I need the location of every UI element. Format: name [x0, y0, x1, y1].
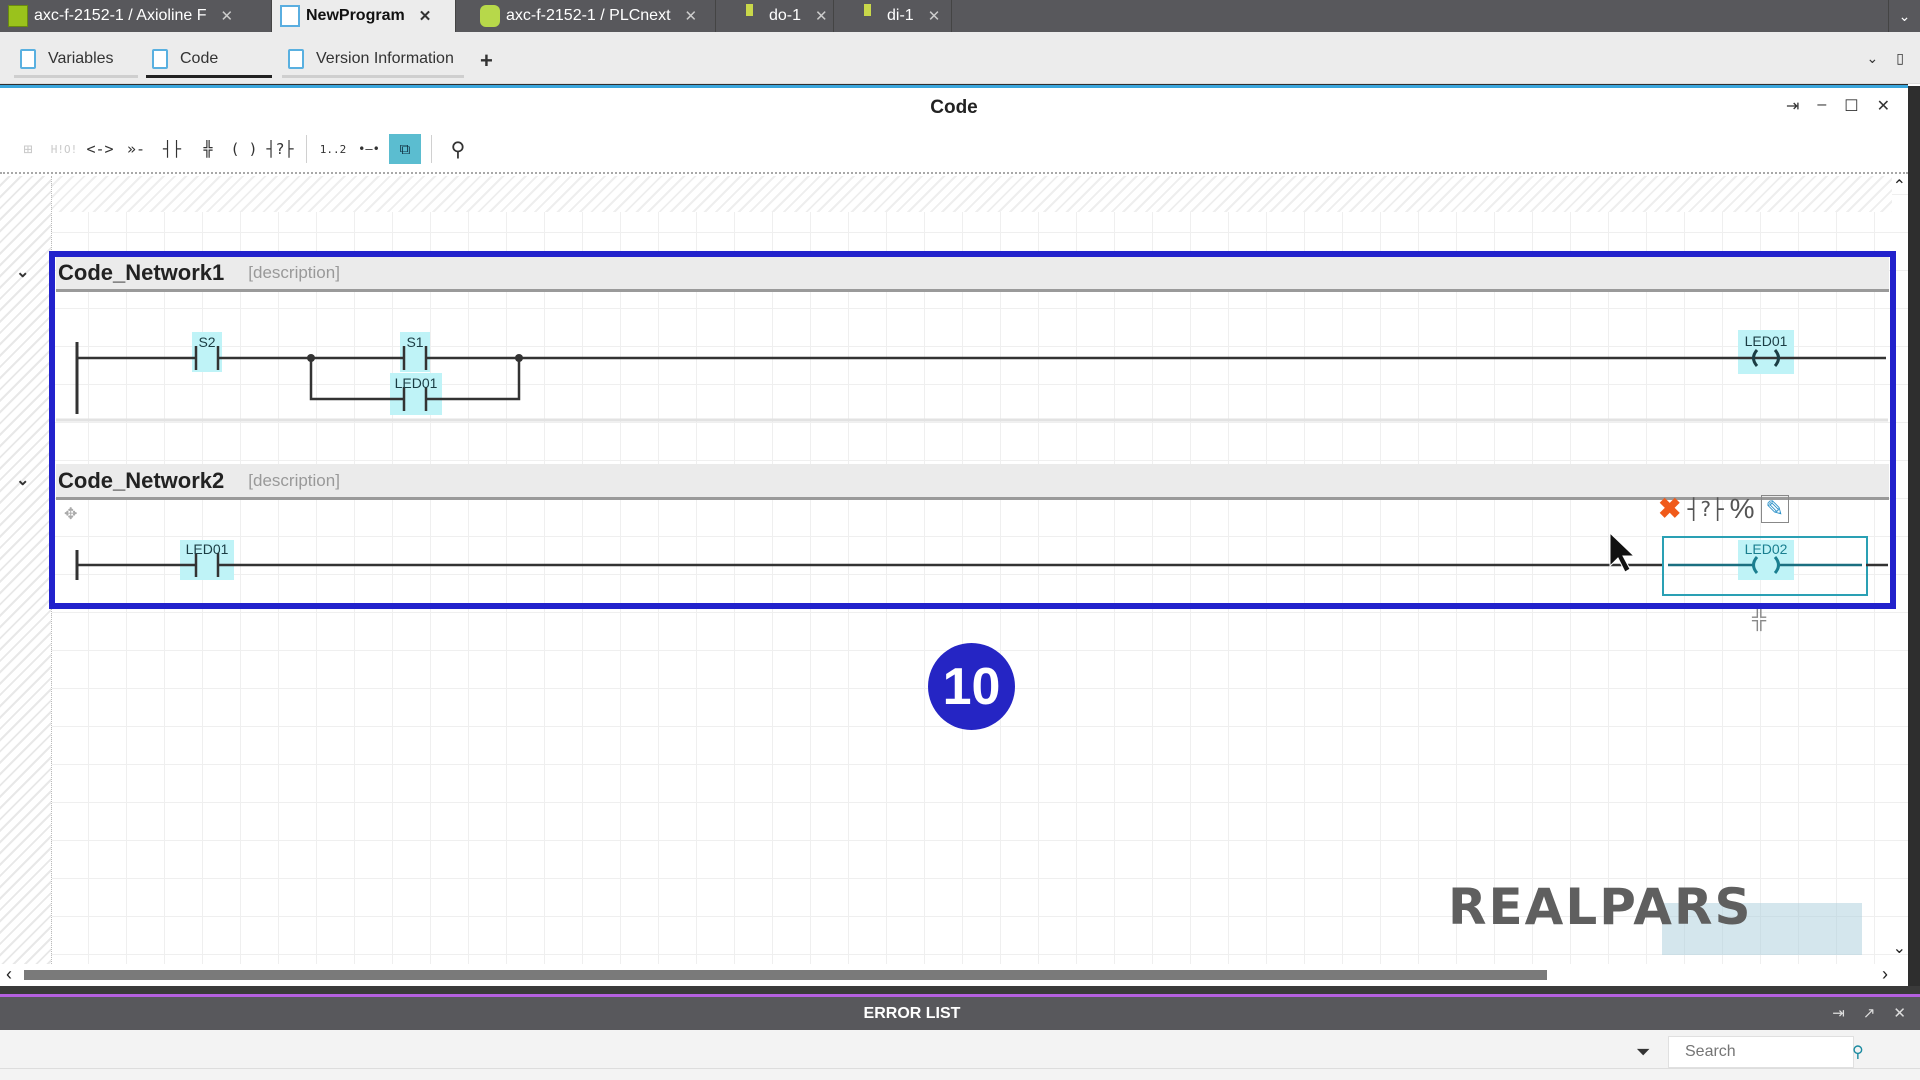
float-icon[interactable]: ↗ [1863, 1004, 1876, 1022]
doc-tab-axioline[interactable]: axc-f-2152-1 / Axioline F ✕ [0, 0, 272, 32]
watermark-logo: REALPARS [1448, 878, 1753, 936]
error-list-title: ERROR LIST [863, 1005, 961, 1022]
close-icon[interactable]: ✕ [685, 7, 698, 25]
editor-tab-controls: ⌄ ▯ [1867, 50, 1904, 67]
canvas-top-margin [52, 176, 1892, 212]
auto-connect-button[interactable]: ⧉ [389, 134, 421, 164]
doc-tab-label: NewProgram [306, 7, 405, 24]
chevron-down-icon[interactable]: ⌄ [1867, 50, 1879, 67]
insert-coil-button[interactable]: ( ) [228, 134, 260, 164]
active-pane-indicator [0, 84, 1908, 88]
search-icon[interactable]: ⚲ [442, 134, 474, 164]
clipboard-icon [288, 48, 304, 69]
maximize-icon[interactable]: ▯ [1896, 50, 1904, 67]
scroll-right-icon[interactable]: › [1882, 964, 1888, 985]
connection-button[interactable]: •—• [353, 134, 385, 164]
doc-tab-label: do-1 [769, 7, 802, 24]
variables-icon [20, 48, 36, 69]
tab-label: Version Information [316, 49, 454, 67]
pin-icon[interactable]: ⇥ [1786, 96, 1799, 116]
plcnext-icon [480, 5, 500, 27]
maximize-icon[interactable]: ☐ [1844, 96, 1858, 116]
module-icon [864, 4, 871, 16]
close-icon[interactable]: ✕ [221, 7, 234, 25]
program-icon [280, 5, 300, 27]
close-icon[interactable]: ✕ [1893, 1004, 1906, 1022]
doc-tab-newprogram[interactable]: NewProgram ✕ [272, 0, 456, 32]
pane-controls: ⇥ – ☐ ✕ [1786, 96, 1890, 116]
minimize-icon[interactable]: – [1817, 96, 1826, 116]
filter-icon[interactable]: ⏷ [1636, 1042, 1650, 1063]
ladder-toolbar: ⊞ H!O! <-> »- ┤├ ╬ ( ) ┤?├ 1..2 •—• ⧉ ⚲ [12, 132, 474, 166]
doc-tab-label: axc-f-2152-1 / Axioline F [34, 7, 207, 24]
canvas-margin [0, 176, 52, 966]
tab-code[interactable]: Code [146, 42, 272, 78]
scroll-down-icon[interactable]: ⌄ [1893, 938, 1906, 958]
module-icon [746, 4, 753, 16]
add-tab-button[interactable]: + [480, 48, 493, 74]
close-icon[interactable]: ✕ [419, 7, 432, 25]
editor-tab-bar: Variables Code Version Information [0, 32, 1920, 84]
error-list-header: ERROR LIST ⇥ ↗ ✕ [0, 994, 1920, 1030]
document-tab-bar: axc-f-2152-1 / Axioline F ✕ NewProgram ✕… [0, 0, 1920, 32]
tab-label: Code [180, 49, 219, 67]
step-badge: 10 [928, 643, 1015, 730]
tab-version-information[interactable]: Version Information [282, 42, 464, 78]
doc-tab-do-1[interactable]: do-1 ✕ [738, 0, 834, 32]
insert-jump-button[interactable]: »- [120, 134, 152, 164]
toolbar-separator [306, 135, 307, 163]
horizontal-scrollbar[interactable]: ‹ › [0, 964, 1908, 986]
hide-show-button[interactable]: H!O! [48, 134, 80, 164]
insert-element-below-icon[interactable]: ╬ [1752, 608, 1766, 631]
toolbar-separator [431, 135, 432, 163]
doc-tab-label: axc-f-2152-1 / PLCnext [506, 7, 671, 24]
close-icon[interactable]: ✕ [815, 7, 828, 25]
numbering-button[interactable]: 1..2 [317, 134, 349, 164]
error-search-input[interactable] [1668, 1036, 1854, 1068]
doc-tab-di-1[interactable]: di-1 ✕ [856, 0, 952, 32]
doc-tab-plcnext[interactable]: axc-f-2152-1 / PLCnext ✕ [472, 0, 716, 32]
insert-function-block-button[interactable]: ╬ [192, 134, 224, 164]
tab-variables[interactable]: Variables [14, 42, 138, 78]
vertical-scrollbar-track[interactable] [1908, 86, 1920, 986]
networks-highlight-frame [49, 251, 1896, 609]
doc-tab-label: di-1 [887, 7, 914, 24]
insert-contact-button[interactable]: ┤├ [156, 134, 188, 164]
scroll-up-icon[interactable]: ⌃ [1893, 176, 1906, 196]
collapse-network-2-icon[interactable]: ⌄ [16, 470, 29, 490]
error-list-controls: ⇥ ↗ ✕ [1832, 1004, 1906, 1022]
tabs-overflow-chevron-icon[interactable]: ⌄ [1888, 0, 1920, 32]
toolbar-divider [0, 172, 1908, 174]
pane-title: Code [930, 97, 978, 118]
pin-icon[interactable]: ⇥ [1832, 1004, 1845, 1022]
close-icon[interactable]: ✕ [1877, 96, 1890, 116]
code-icon [152, 48, 168, 69]
axioline-bus-icon [8, 5, 28, 27]
add-network-button[interactable]: ⊞ [12, 134, 44, 164]
error-list-table-header [0, 1068, 1920, 1080]
tab-label: Variables [48, 49, 114, 67]
scroll-left-icon[interactable]: ‹ [6, 964, 12, 985]
search-icon[interactable]: ⚲ [1852, 1042, 1864, 1062]
insert-coil-left-button[interactable]: <-> [84, 134, 116, 164]
collapse-network-1-icon[interactable]: ⌄ [16, 262, 29, 282]
insert-edge-contact-button[interactable]: ┤?├ [264, 134, 296, 164]
close-icon[interactable]: ✕ [928, 7, 941, 25]
horizontal-scrollbar-thumb[interactable] [24, 970, 1547, 980]
